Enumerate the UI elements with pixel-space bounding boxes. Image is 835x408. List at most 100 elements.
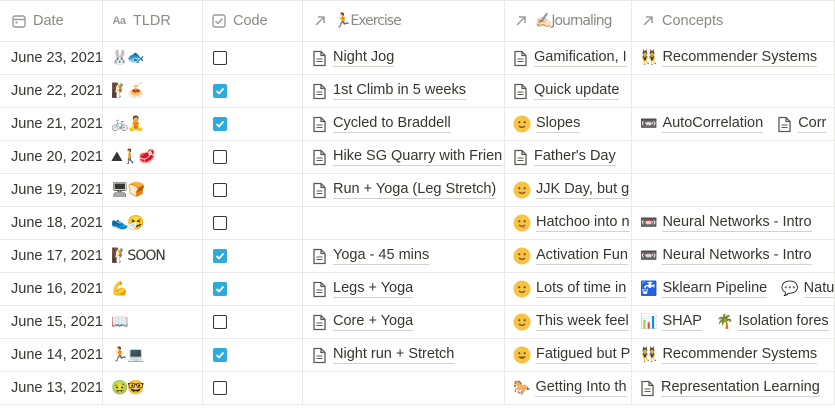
date-cell[interactable]: June 18, 2021 <box>0 207 103 239</box>
exercise-link[interactable]: Core + Yoga <box>312 313 414 331</box>
concept-link[interactable]: 🚰 Sklearn Pipeline <box>640 280 768 298</box>
concepts-cell[interactable]: 📼 Neural Networks - Intro <box>632 207 835 239</box>
code-checkbox[interactable] <box>213 249 227 263</box>
journaling-link[interactable]: This week feel <box>513 313 629 331</box>
concepts-cell[interactable]: 📼 Neural Networks - Intro <box>632 240 835 272</box>
column-header-exercise[interactable]: 🏃Exercise <box>303 1 505 41</box>
exercise-link[interactable]: Cycled to Braddell <box>312 115 451 133</box>
table-row[interactable]: June 23, 2021 🐰🐟 Night Jog Gamification, … <box>0 42 835 75</box>
journaling-cell[interactable]: 🐎 Getting Into th <box>505 372 632 404</box>
exercise-link[interactable]: Night Jog <box>312 49 395 67</box>
exercise-cell[interactable]: Hike SG Quarry with Frien <box>303 141 505 173</box>
journaling-link[interactable]: Slopes <box>513 115 581 133</box>
code-checkbox[interactable] <box>213 150 227 164</box>
date-cell[interactable]: June 15, 2021 <box>0 306 103 338</box>
exercise-cell[interactable]: Run + Yoga (Leg Stretch) <box>303 174 505 206</box>
date-cell[interactable]: June 13, 2021 <box>0 372 103 404</box>
journaling-link[interactable]: Quick update <box>513 82 620 100</box>
exercise-link[interactable]: Legs + Yoga <box>312 280 414 298</box>
exercise-cell[interactable]: 1st Climb in 5 weeks <box>303 75 505 107</box>
journaling-cell[interactable]: Fatigued but P <box>505 339 632 371</box>
exercise-cell[interactable]: Legs + Yoga <box>303 273 505 305</box>
journaling-link[interactable]: 🐎 Getting Into th <box>513 379 627 397</box>
column-header-date[interactable]: Date <box>0 1 103 41</box>
concept-link[interactable]: 🌴 Isolation fores <box>716 313 829 331</box>
journaling-cell[interactable]: Slopes <box>505 108 632 140</box>
table-row[interactable]: June 14, 2021 🏃💻 Night run + Stretch Fatig… <box>0 339 835 372</box>
date-cell[interactable]: June 20, 2021 <box>0 141 103 173</box>
table-row[interactable]: June 18, 2021 👟🤧 Hatchoo into n 📼 Neural Net… <box>0 207 835 240</box>
table-row[interactable]: June 16, 2021 💪 Legs + Yoga Lots of time i… <box>0 273 835 306</box>
date-cell[interactable]: June 21, 2021 <box>0 108 103 140</box>
journaling-link[interactable]: Lots of time in <box>513 280 627 298</box>
date-cell[interactable]: June 19, 2021 <box>0 174 103 206</box>
concepts-cell[interactable]: 🚰 Sklearn Pipeline 💬 Natu <box>632 273 835 305</box>
exercise-cell[interactable] <box>303 207 505 239</box>
tldr-cell[interactable]: 🚲🧘 <box>103 108 203 140</box>
table-row[interactable]: June 15, 2021 📖 Core + Yoga This week feel… <box>0 306 835 339</box>
date-cell[interactable]: June 22, 2021 <box>0 75 103 107</box>
tldr-cell[interactable]: ⛰🚶🥩 <box>103 141 203 173</box>
exercise-cell[interactable]: Core + Yoga <box>303 306 505 338</box>
journaling-cell[interactable]: Hatchoo into n <box>505 207 632 239</box>
tldr-cell[interactable]: 👟🤧 <box>103 207 203 239</box>
concepts-cell[interactable] <box>632 174 835 206</box>
exercise-cell[interactable] <box>303 372 505 404</box>
exercise-cell[interactable]: Cycled to Braddell <box>303 108 505 140</box>
concept-link[interactable]: 📼 Neural Networks - Intro <box>640 214 812 232</box>
exercise-link[interactable]: Yoga - 45 mins <box>312 247 430 265</box>
concept-link[interactable]: 📼 Neural Networks - Intro <box>640 247 812 265</box>
journaling-link[interactable]: Fatigued but P <box>513 346 631 364</box>
code-checkbox[interactable] <box>213 183 227 197</box>
column-header-tldr[interactable]: Aa TLDR <box>103 1 203 41</box>
tldr-cell[interactable]: 🐰🐟 <box>103 42 203 74</box>
table-row[interactable]: June 13, 2021 🤢🤓 🐎 Getting Into th Represen… <box>0 372 835 405</box>
concept-link[interactable]: 📊 SHAP <box>640 313 702 331</box>
code-checkbox[interactable] <box>213 381 227 395</box>
journaling-cell[interactable]: Lots of time in <box>505 273 632 305</box>
concepts-cell[interactable]: 👯 Recommender Systems <box>632 339 835 371</box>
code-checkbox[interactable] <box>213 315 227 329</box>
table-row[interactable]: June 17, 2021 🧗SOON Yoga - 45 mins Activat… <box>0 240 835 273</box>
tldr-cell[interactable]: 🧗SOON <box>103 240 203 272</box>
concept-link[interactable]: 💬 Natu <box>781 280 834 298</box>
code-checkbox[interactable] <box>213 84 227 98</box>
column-header-concepts[interactable]: Concepts <box>632 1 835 41</box>
concept-link[interactable]: 👯 Recommender Systems <box>640 49 818 67</box>
journaling-link[interactable]: Father's Day <box>513 148 616 166</box>
journaling-cell[interactable]: Activation Fun <box>505 240 632 272</box>
tldr-cell[interactable]: 🧗🍝 <box>103 75 203 107</box>
concepts-cell[interactable] <box>632 75 835 107</box>
date-cell[interactable]: June 23, 2021 <box>0 42 103 74</box>
exercise-link[interactable]: Hike SG Quarry with Frien <box>312 148 503 166</box>
concepts-cell[interactable]: 👯 Recommender Systems <box>632 42 835 74</box>
tldr-cell[interactable]: 📖 <box>103 306 203 338</box>
tldr-cell[interactable]: 🖥🍞 <box>103 174 203 206</box>
tldr-cell[interactable]: 🏃💻 <box>103 339 203 371</box>
journaling-cell[interactable]: Gamification, I <box>505 42 632 74</box>
tldr-cell[interactable]: 💪 <box>103 273 203 305</box>
journaling-link[interactable]: JJK Day, but g <box>513 181 630 199</box>
exercise-link[interactable]: 1st Climb in 5 weeks <box>312 82 466 100</box>
date-cell[interactable]: June 14, 2021 <box>0 339 103 371</box>
column-header-code[interactable]: Code <box>203 1 303 41</box>
concepts-cell[interactable]: 📼 AutoCorrelation Corr <box>632 108 835 140</box>
date-cell[interactable]: June 16, 2021 <box>0 273 103 305</box>
journaling-cell[interactable]: This week feel <box>505 306 632 338</box>
table-row[interactable]: June 21, 2021 🚲🧘 Cycled to Braddell Slopes… <box>0 108 835 141</box>
concepts-cell[interactable]: 📊 SHAP 🌴 Isolation fores <box>632 306 835 338</box>
exercise-cell[interactable]: Yoga - 45 mins <box>303 240 505 272</box>
code-checkbox[interactable] <box>213 216 227 230</box>
journaling-link[interactable]: Activation Fun <box>513 247 628 265</box>
journaling-cell[interactable]: JJK Day, but g <box>505 174 632 206</box>
tldr-cell[interactable]: 🤢🤓 <box>103 372 203 404</box>
date-cell[interactable]: June 17, 2021 <box>0 240 103 272</box>
code-checkbox[interactable] <box>213 348 227 362</box>
journaling-link[interactable]: Gamification, I <box>513 49 627 67</box>
exercise-link[interactable]: Run + Yoga (Leg Stretch) <box>312 181 497 199</box>
concept-link[interactable]: Representation Learning <box>640 379 820 397</box>
table-row[interactable]: June 22, 2021 🧗🍝 1st Climb in 5 weeks Qui… <box>0 75 835 108</box>
journaling-cell[interactable]: Quick update <box>505 75 632 107</box>
concept-link[interactable]: Corr <box>777 115 827 133</box>
table-row[interactable]: June 20, 2021 ⛰🚶🥩 Hike SG Quarry with Fri… <box>0 141 835 174</box>
